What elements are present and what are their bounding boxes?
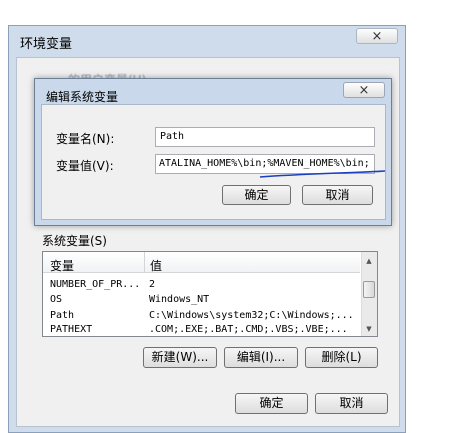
row-value: .COM;.EXE;.BAT;.CMD;.VBS;.VBE;... (149, 324, 348, 335)
window-ok-button[interactable]: 确定 (235, 393, 308, 414)
window-title: 环境变量 (20, 37, 73, 52)
header-value[interactable]: 值 (150, 257, 162, 274)
scroll-thumb[interactable] (363, 281, 375, 298)
scroll-up-arrow-icon[interactable]: ▲ (363, 256, 375, 266)
row-name: PATHEXT (50, 324, 93, 335)
table-row[interactable]: NUMBER_OF_PR... 2 (43, 278, 360, 293)
close-icon: × (371, 29, 383, 44)
dialog-close-button[interactable]: × (343, 82, 385, 98)
scroll-down-arrow-icon[interactable]: ▼ (363, 324, 375, 334)
delete-variable-button[interactable]: 删除(L) (305, 347, 378, 368)
table-row[interactable]: PATHEXT .COM;.EXE;.BAT;.CMD;.VBS;.VBE;..… (43, 324, 360, 336)
row-value: C:\Windows\system32;C:\Windows;... (149, 310, 354, 321)
variable-name-value: Path (160, 131, 185, 142)
window-cancel-button[interactable]: 取消 (315, 393, 388, 414)
dialog-cancel-button[interactable]: 取消 (302, 185, 373, 205)
row-name: NUMBER_OF_PR... (50, 279, 141, 290)
row-value: 2 (149, 279, 156, 290)
header-variable[interactable]: 变量 (50, 257, 74, 274)
window-close-button[interactable]: × (356, 28, 398, 44)
row-name: OS (50, 294, 63, 305)
variable-value-label: 变量值(V): (56, 159, 114, 173)
table-header (43, 252, 360, 273)
table-row[interactable]: OS Windows_NT (43, 293, 360, 308)
dialog-ok-button[interactable]: 确定 (222, 185, 291, 205)
edit-variable-button[interactable]: 编辑(I)... (224, 347, 298, 368)
system-variables-label: 系统变量(S) (42, 234, 107, 248)
row-name: Path (50, 310, 75, 321)
dialog-title: 编辑系统变量 (46, 90, 119, 104)
header-divider (144, 252, 145, 273)
row-value: Windows_NT (149, 294, 210, 305)
variable-name-label: 变量名(N): (56, 132, 115, 146)
variable-name-input[interactable]: Path (155, 127, 375, 147)
new-variable-button[interactable]: 新建(W)... (143, 347, 217, 368)
annotation-underline (259, 170, 386, 178)
close-icon: × (358, 83, 370, 98)
table-row[interactable]: Path C:\Windows\system32;C:\Windows;... (43, 309, 360, 324)
